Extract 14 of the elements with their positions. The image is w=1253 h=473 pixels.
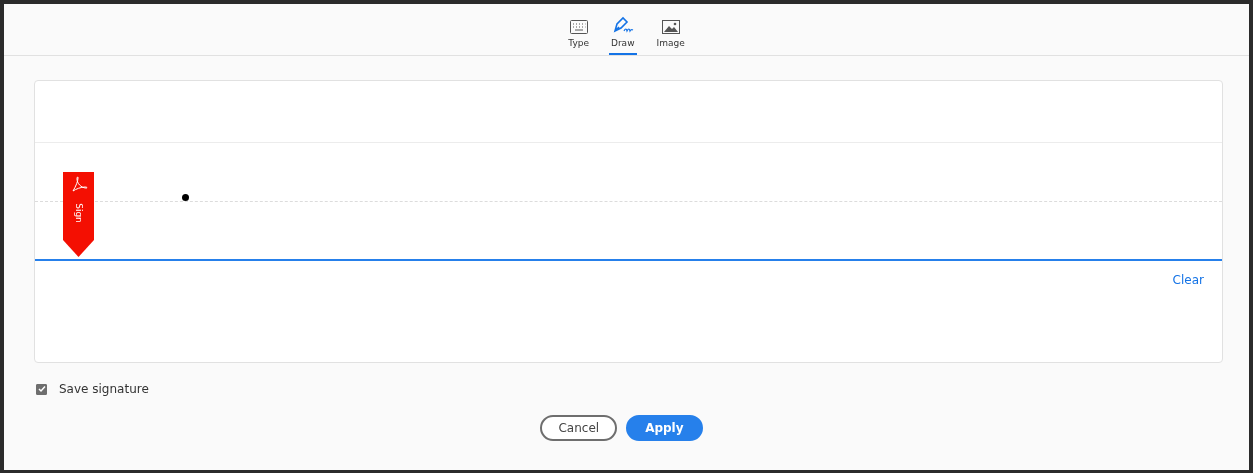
keyboard-icon (569, 20, 588, 34)
ink-dot (182, 194, 189, 201)
apply-button[interactable]: Apply (626, 415, 703, 441)
save-checkbox[interactable] (36, 383, 47, 395)
tab[interactable]: Type (566, 14, 591, 55)
image-icon (661, 20, 680, 34)
sign-label: Sign (73, 203, 84, 223)
drawing-area[interactable]: Sign Clear (34, 80, 1223, 363)
cancel-button[interactable]: Cancel (540, 415, 618, 441)
save-signature-label: Save signature (59, 382, 149, 396)
tab[interactable]: Draw (609, 10, 637, 55)
pen-icon (611, 16, 634, 34)
tab[interactable]: Image (654, 14, 687, 55)
clear-link[interactable]: Clear (1172, 273, 1204, 287)
